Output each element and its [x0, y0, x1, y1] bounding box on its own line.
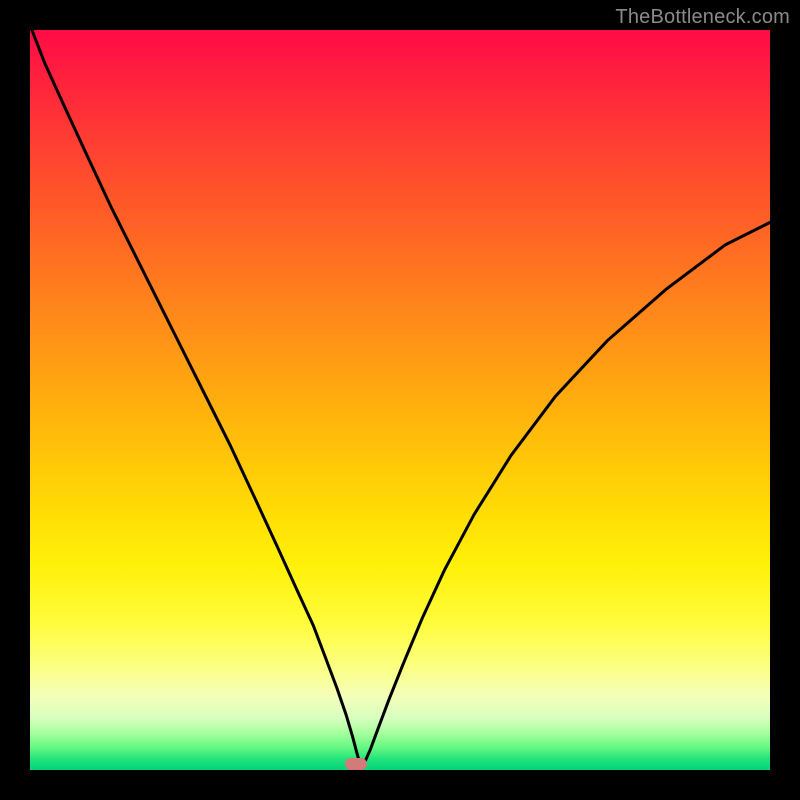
optimum-marker — [345, 758, 367, 770]
bottleneck-curve-path — [30, 30, 770, 764]
chart-frame: TheBottleneck.com — [0, 0, 800, 800]
watermark-text: TheBottleneck.com — [615, 6, 790, 29]
plot-area — [30, 30, 770, 770]
bottleneck-curve-svg — [30, 30, 770, 770]
